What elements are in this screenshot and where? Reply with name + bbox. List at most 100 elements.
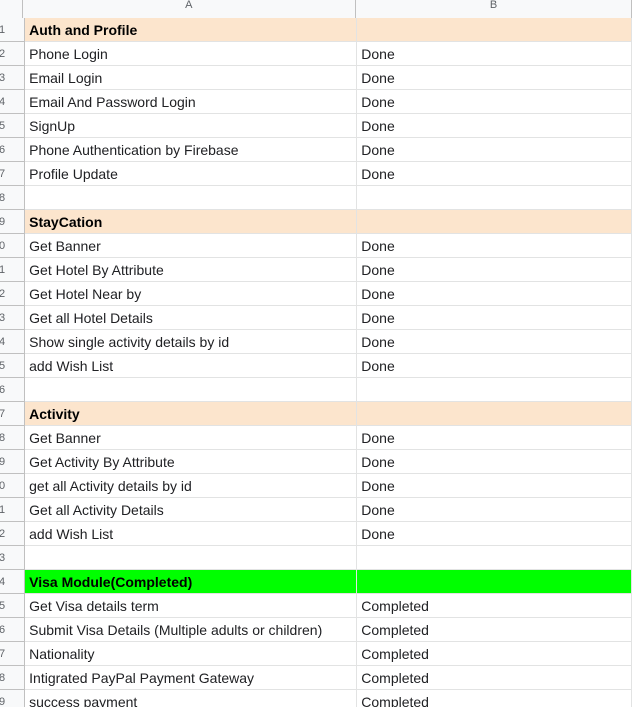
cell-b[interactable]: Completed xyxy=(357,594,632,618)
cell-a[interactable] xyxy=(25,186,358,210)
cell-b[interactable]: Done xyxy=(357,306,632,330)
cell-b[interactable]: Done xyxy=(357,234,632,258)
row-number[interactable]: 6 xyxy=(0,138,26,162)
row-number[interactable]: 22 xyxy=(0,522,26,546)
cell-b[interactable]: Done xyxy=(357,138,632,162)
cell-b[interactable]: Completed xyxy=(357,666,632,690)
cell-a[interactable]: success payment xyxy=(25,690,358,707)
cell-a[interactable]: Get Activity By Attribute xyxy=(25,450,358,474)
row-number[interactable]: 18 xyxy=(0,426,26,450)
cell-b[interactable] xyxy=(357,186,632,210)
cell-a[interactable]: Get all Hotel Details xyxy=(25,306,358,330)
cell-b[interactable]: Completed xyxy=(357,642,632,666)
row-number[interactable]: 1 xyxy=(0,18,26,42)
cell-a[interactable]: Get Banner xyxy=(25,426,358,450)
cell-b[interactable]: Done xyxy=(357,426,632,450)
cell-a[interactable]: Profile Update xyxy=(25,162,358,186)
table-row: 3Email LoginDone xyxy=(0,66,632,90)
row-number[interactable]: 21 xyxy=(0,498,26,522)
cell-b[interactable]: Done xyxy=(357,66,632,90)
table-row: 22add Wish ListDone xyxy=(0,522,632,546)
cell-a[interactable] xyxy=(25,546,358,570)
cell-a[interactable]: Get Visa details term xyxy=(25,594,358,618)
cell-a[interactable]: get all Activity details by id xyxy=(25,474,358,498)
cell-b[interactable] xyxy=(357,570,632,594)
select-all-corner[interactable] xyxy=(0,0,23,18)
row-number[interactable]: 5 xyxy=(0,114,26,138)
row-number[interactable]: 3 xyxy=(0,66,26,90)
row-number[interactable]: 9 xyxy=(0,210,26,234)
row-number[interactable]: 13 xyxy=(0,306,26,330)
cell-a[interactable]: add Wish List xyxy=(25,354,358,378)
cell-a[interactable]: Get Banner xyxy=(25,234,358,258)
table-row: 14Show single activity details by idDone xyxy=(0,330,632,354)
cell-a[interactable]: SignUp xyxy=(25,114,358,138)
cell-a[interactable]: add Wish List xyxy=(25,522,358,546)
row-number[interactable]: 7 xyxy=(0,162,26,186)
row-number[interactable]: 17 xyxy=(0,402,26,426)
cell-a[interactable]: Get Hotel Near by xyxy=(25,282,358,306)
row-number[interactable]: 26 xyxy=(0,618,26,642)
row-number[interactable]: 8 xyxy=(0,186,26,210)
cell-a[interactable]: Auth and Profile xyxy=(25,18,358,42)
cell-b[interactable]: Done xyxy=(357,330,632,354)
cell-b[interactable]: Completed xyxy=(357,618,632,642)
cell-b[interactable]: Done xyxy=(357,474,632,498)
cell-a[interactable] xyxy=(25,378,358,402)
cell-a[interactable]: Email Login xyxy=(25,66,358,90)
cell-b[interactable]: Done xyxy=(357,258,632,282)
row-number[interactable]: 20 xyxy=(0,474,26,498)
cell-a[interactable]: Visa Module(Completed) xyxy=(25,570,358,594)
table-row: 20get all Activity details by idDone xyxy=(0,474,632,498)
table-row: 9StayCation xyxy=(0,210,632,234)
cell-b[interactable] xyxy=(357,402,632,426)
row-number[interactable]: 2 xyxy=(0,42,26,66)
cell-b[interactable]: Done xyxy=(357,42,632,66)
row-number[interactable]: 16 xyxy=(0,378,26,402)
row-number[interactable]: 4 xyxy=(0,90,26,114)
cell-b[interactable]: Done xyxy=(357,282,632,306)
cell-b[interactable]: Done xyxy=(357,498,632,522)
row-number[interactable]: 23 xyxy=(0,546,26,570)
cell-a[interactable]: Get all Activity Details xyxy=(25,498,358,522)
column-header-a[interactable]: A xyxy=(23,0,357,18)
row-number[interactable]: 27 xyxy=(0,642,26,666)
cell-b[interactable]: Completed xyxy=(357,690,632,707)
cell-a[interactable]: Show single activity details by id xyxy=(25,330,358,354)
table-row: 7Profile UpdateDone xyxy=(0,162,632,186)
cell-a[interactable]: Nationality xyxy=(25,642,358,666)
cell-b[interactable] xyxy=(357,546,632,570)
cell-b[interactable]: Done xyxy=(357,450,632,474)
cell-b[interactable]: Done xyxy=(357,522,632,546)
column-header-b[interactable]: B xyxy=(356,0,632,18)
cell-b[interactable]: Done xyxy=(357,114,632,138)
table-row: 19Get Activity By AttributeDone xyxy=(0,450,632,474)
cell-a[interactable]: Intigrated PayPal Payment Gateway xyxy=(25,666,358,690)
table-row: 2Phone LoginDone xyxy=(0,42,632,66)
cell-b[interactable] xyxy=(357,210,632,234)
cell-b[interactable]: Done xyxy=(357,90,632,114)
cell-b[interactable] xyxy=(357,18,632,42)
row-number[interactable]: 14 xyxy=(0,330,26,354)
table-row: 24Visa Module(Completed) xyxy=(0,570,632,594)
row-number[interactable]: 19 xyxy=(0,450,26,474)
cell-a[interactable]: Submit Visa Details (Multiple adults or … xyxy=(25,618,358,642)
cell-a[interactable]: Get Hotel By Attribute xyxy=(25,258,358,282)
row-number[interactable]: 10 xyxy=(0,234,26,258)
row-number[interactable]: 12 xyxy=(0,282,26,306)
table-row: 10Get BannerDone xyxy=(0,234,632,258)
cell-a[interactable]: Email And Password Login xyxy=(25,90,358,114)
row-number[interactable]: 15 xyxy=(0,354,26,378)
cell-b[interactable] xyxy=(357,378,632,402)
cell-a[interactable]: Phone Login xyxy=(25,42,358,66)
row-number[interactable]: 28 xyxy=(0,666,26,690)
row-number[interactable]: 25 xyxy=(0,594,26,618)
row-number[interactable]: 24 xyxy=(0,570,26,594)
cell-a[interactable]: Activity xyxy=(25,402,358,426)
cell-b[interactable]: Done xyxy=(357,354,632,378)
row-number[interactable]: 11 xyxy=(0,258,26,282)
row-number[interactable]: 29 xyxy=(0,690,26,707)
cell-b[interactable]: Done xyxy=(357,162,632,186)
cell-a[interactable]: Phone Authentication by Firebase xyxy=(25,138,358,162)
cell-a[interactable]: StayCation xyxy=(25,210,358,234)
